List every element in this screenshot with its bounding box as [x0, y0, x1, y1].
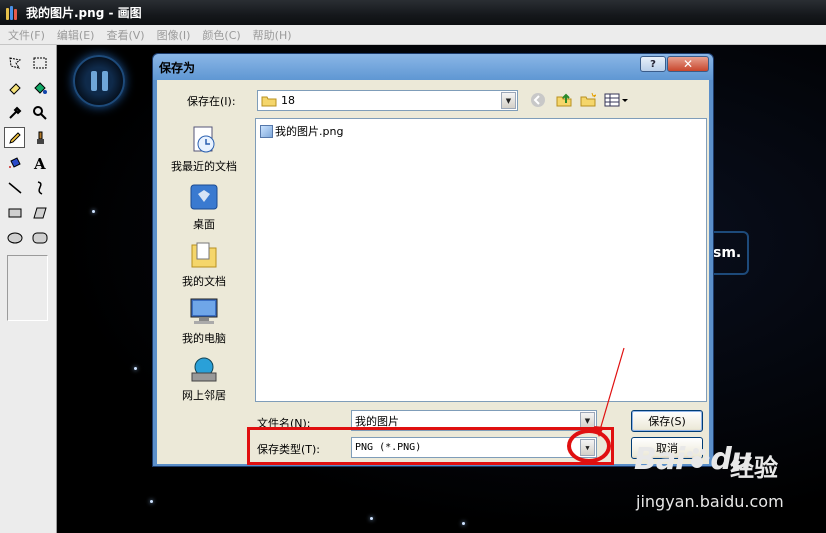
line-icon[interactable] [4, 177, 25, 198]
rectangle-icon[interactable] [4, 202, 25, 223]
save-in-value: 18 [281, 94, 295, 107]
star-decoration [370, 517, 373, 520]
app-titlebar: 我的图片.png - 画图 [0, 0, 826, 25]
annotation-circle [567, 429, 611, 463]
help-button[interactable]: ? [640, 56, 666, 72]
place-my-computer-label: 我的电脑 [182, 332, 226, 345]
airbrush-icon[interactable] [4, 152, 25, 173]
rounded-rect-icon[interactable] [29, 227, 50, 248]
ellipse-icon[interactable] [4, 227, 25, 248]
place-recent[interactable]: 我最近的文档 [163, 124, 245, 174]
pause-icon [73, 55, 125, 107]
recent-documents-icon [188, 124, 220, 156]
star-decoration [150, 500, 153, 503]
places-bar: 我最近的文档 桌面 我的文档 我的电脑 网上邻居 [163, 118, 245, 418]
menu-file[interactable]: 文件(F) [2, 27, 51, 43]
tool-options-panel[interactable] [7, 255, 48, 321]
window-title: 我的图片.png - 画图 [26, 6, 142, 20]
curve-icon[interactable] [29, 177, 50, 198]
canvas-text-fragment: sm. [713, 231, 749, 275]
file-list[interactable]: 我的图片.png [255, 118, 707, 402]
color-picker-icon[interactable] [4, 102, 25, 123]
polygon-icon[interactable] [29, 202, 50, 223]
new-folder-icon[interactable] [579, 91, 597, 109]
menu-image[interactable]: 图像(I) [151, 27, 197, 43]
close-button[interactable]: ✕ [667, 56, 709, 72]
paint-app-icon [4, 5, 20, 21]
dialog-title: 保存为 [159, 60, 196, 75]
watermark-cn: 经验 [730, 454, 778, 482]
my-documents-icon [188, 239, 220, 271]
folder-icon [261, 96, 277, 107]
place-my-documents-label: 我的文档 [182, 275, 226, 288]
chevron-down-icon[interactable]: ▼ [501, 92, 516, 109]
view-menu-icon[interactable] [603, 91, 629, 109]
eraser-icon[interactable] [4, 77, 25, 98]
menu-view[interactable]: 查看(V) [100, 27, 150, 43]
baidu-watermark: Bai du 经验 jingyan.baidu.com [634, 442, 824, 532]
menu-edit[interactable]: 编辑(E) [51, 27, 101, 43]
star-decoration [462, 522, 465, 525]
save-as-dialog: 保存为 ? ✕ 保存在(I): 18 ▼ 我最近的文档 桌面 我的文档 我的电脑… [152, 53, 714, 467]
pencil-icon[interactable] [4, 127, 25, 148]
up-folder-icon[interactable] [555, 91, 573, 109]
place-network-label: 网上邻居 [182, 389, 226, 402]
image-file-icon [260, 124, 273, 138]
place-network[interactable]: 网上邻居 [163, 353, 245, 403]
text-icon[interactable]: A [29, 152, 50, 173]
my-computer-icon [188, 296, 220, 328]
menu-bar: 文件(F) 编辑(E) 查看(V) 图像(I) 颜色(C) 帮助(H) [0, 25, 826, 45]
place-desktop[interactable]: 桌面 [163, 182, 245, 232]
paw-icon [687, 448, 710, 468]
save-in-label: 保存在(I): [187, 95, 236, 108]
fill-bucket-icon[interactable] [29, 77, 50, 98]
network-places-icon [188, 353, 220, 385]
place-my-computer[interactable]: 我的电脑 [163, 296, 245, 346]
toolbox: A [0, 45, 57, 533]
brush-icon[interactable] [29, 127, 50, 148]
list-item[interactable]: 我的图片.png [260, 123, 343, 139]
place-recent-label: 我最近的文档 [171, 160, 237, 173]
free-select-icon[interactable] [4, 52, 25, 73]
save-in-dropdown[interactable]: 18 ▼ [257, 90, 518, 111]
watermark-url: jingyan.baidu.com [636, 492, 784, 511]
star-decoration [134, 367, 137, 370]
save-button[interactable]: 保存(S) [631, 410, 703, 432]
place-desktop-label: 桌面 [193, 218, 215, 231]
dialog-titlebar: 保存为 [153, 54, 713, 80]
menu-colors[interactable]: 颜色(C) [196, 27, 246, 43]
star-decoration [92, 210, 95, 213]
menu-help[interactable]: 帮助(H) [247, 27, 298, 43]
place-my-documents[interactable]: 我的文档 [163, 239, 245, 289]
back-icon[interactable] [529, 91, 547, 109]
annotation-highlight-box [247, 427, 614, 465]
desktop-icon [188, 182, 220, 214]
rect-select-icon[interactable] [29, 52, 50, 73]
magnifier-icon[interactable] [29, 102, 50, 123]
dialog-body: 保存在(I): 18 ▼ 我最近的文档 桌面 我的文档 我的电脑 网上邻居 我的… [157, 80, 709, 464]
svg-text:A: A [33, 155, 46, 171]
file-name: 我的图片.png [275, 125, 344, 138]
